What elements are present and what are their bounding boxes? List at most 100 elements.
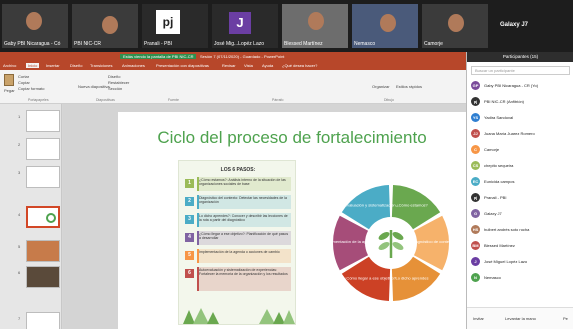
video-strip: Gaby PBI Nicaragua - Có PBI NIC-CR pj Pr…	[0, 0, 573, 52]
paste-button[interactable]: Pegar	[4, 88, 15, 93]
tab-revisar[interactable]: Revisar	[222, 63, 236, 68]
quick-styles-button[interactable]: Estilos rápidos	[396, 84, 422, 89]
video-tile[interactable]: PBI NIC-CR	[72, 4, 138, 48]
participant-row[interactable]: CS chepito sequeira	[471, 160, 571, 171]
cycle-label: Diagnóstico de contexto	[412, 239, 454, 244]
participant-row[interactable]: J José Miguel Lopéz Lazo	[471, 256, 571, 267]
group-label: Dibujo	[384, 98, 394, 102]
tab-vista[interactable]: Vista	[244, 63, 253, 68]
step-text: ¿Cómo estamos?: Análisis interno de la s…	[199, 178, 286, 186]
video-tile[interactable]: Gaby PBI Nicaragua - Có	[2, 4, 68, 48]
slide-thumbnail[interactable]	[26, 240, 60, 262]
tab-diseno[interactable]: Diseño	[70, 63, 82, 68]
thumb-number: 5	[18, 244, 21, 249]
tab-presentacion[interactable]: Presentación con diapositivas	[156, 63, 209, 68]
participant-face	[448, 14, 464, 32]
tile-name: Pranali - PBI	[144, 41, 173, 47]
paste-icon[interactable]	[4, 74, 14, 86]
participant-row[interactable]: C Camorje	[471, 144, 571, 155]
participant-row[interactable]: GP Gaby PBI Nicaragua - CR (Yo)	[471, 80, 571, 91]
layout-button[interactable]: Diseño	[108, 74, 120, 79]
reset-button[interactable]: Restablecer	[108, 80, 129, 85]
slide-canvas: Ciclo del proceso de fortalecimiento LOS…	[63, 104, 466, 329]
step-number: 1	[185, 179, 194, 188]
slide-thumbnail[interactable]	[26, 312, 60, 329]
video-tile[interactable]: Camorje	[422, 4, 488, 48]
tell-me-search[interactable]: ¿Qué desea hacer?	[282, 63, 317, 68]
participant-name: Camorje	[484, 147, 500, 152]
slide-thumbnails: 1 2 3 4 5 6 7	[0, 104, 62, 329]
participants-panel: Participantes (15) Buscar un participant…	[466, 52, 573, 329]
slide-thumbnail[interactable]	[26, 110, 60, 132]
step-text: ¿Cómo llegar a ese objetivo?: Planificac…	[199, 232, 289, 240]
video-tile[interactable]: Nemasco	[352, 4, 418, 48]
video-tile[interactable]: pj Pranali - PBI	[142, 4, 208, 48]
video-tile[interactable]: Blessed Martínez	[282, 4, 348, 48]
format-painter-button[interactable]: Copiar formato	[18, 86, 44, 91]
participant-face	[26, 12, 42, 30]
participant-row[interactable]: G Galaxy J7	[471, 208, 571, 219]
group-label: Portapapeles	[28, 98, 49, 102]
tab-inicio[interactable]: Inicio	[26, 63, 40, 68]
invite-button[interactable]: Invitar	[473, 316, 484, 321]
tile-name: Gaby PBI Nicaragua - Có	[4, 41, 61, 47]
thumb-number: 4	[18, 212, 21, 217]
pbi-logo: pj	[156, 10, 180, 34]
participant-row[interactable]: N Nemasco	[471, 272, 571, 283]
slide-thumbnail[interactable]	[26, 138, 60, 160]
video-tile[interactable]: J José Mig...Lopéz Lazo	[212, 4, 278, 48]
thumb-cycle	[46, 213, 56, 223]
participant-row[interactable]: JJ Juana María Juarez Romero	[471, 128, 571, 139]
slide-thumbnail[interactable]	[26, 166, 60, 188]
slide[interactable]: Ciclo del proceso de fortalecimiento LOS…	[118, 112, 466, 329]
tab-insertar[interactable]: Insertar	[46, 63, 60, 68]
participant-name: Yadira Sandoval	[484, 115, 514, 120]
step-text: Diagnóstico del contexto: Detectar las n…	[199, 196, 287, 204]
participant-name: Nemasco	[484, 275, 501, 280]
video-tile[interactable]: Galaxy J7	[492, 4, 571, 48]
tile-name: Galaxy J7	[500, 22, 529, 28]
tab-animaciones[interactable]: Animaciones	[122, 63, 145, 68]
participant-search-input[interactable]: Buscar un participante	[471, 66, 570, 75]
arrange-button[interactable]: Organizar	[372, 84, 390, 89]
participant-name: Eunicida campos	[484, 179, 515, 184]
tab-archivo[interactable]: Archivo	[3, 63, 16, 68]
step-item: 3 Lo dicho aprendes?: Conocer y describi…	[185, 213, 291, 227]
participant-row[interactable]: pj Pranali - PBI	[471, 192, 571, 203]
new-slide-button[interactable]: Nueva diapositiva	[78, 84, 110, 89]
slide-thumbnail[interactable]	[26, 266, 60, 288]
tile-name: PBI NIC-CR	[74, 41, 101, 47]
step-number: 3	[185, 215, 194, 224]
participant-avatar: pj	[471, 97, 480, 106]
thumb-number: 7	[18, 316, 21, 321]
participant-face	[308, 12, 324, 30]
raise-hand-button[interactable]: Levantar la mano	[505, 316, 536, 321]
cycle-label: ¿Cómo llegar a ese objetivo?	[344, 275, 397, 280]
copy-button[interactable]: Copiar	[18, 80, 30, 85]
participant-face	[102, 16, 118, 34]
section-button[interactable]: Sección	[108, 86, 122, 91]
screen-share-badge[interactable]: Estás viendo la pantalla de PBI NIC-CR	[120, 54, 197, 59]
group-label: Fuente	[168, 98, 179, 102]
step-item: 2 Diagnóstico del contexto: Detectar las…	[185, 195, 291, 209]
participant-avatar: EC	[471, 177, 480, 186]
tile-name: Nemasco	[354, 41, 376, 47]
thumb-number: 6	[18, 270, 21, 275]
step-number: 2	[185, 197, 194, 206]
group-label: Párrafo	[272, 98, 284, 102]
participant-row[interactable]: BM Blessed Martínez	[471, 240, 571, 251]
tab-ayuda[interactable]: Ayuda	[262, 63, 273, 68]
cut-button[interactable]: Cortar	[18, 74, 29, 79]
participant-row[interactable]: pj PBI NIC-CR (Anfitrión)	[471, 96, 571, 107]
participant-row[interactable]: HS hulbert andrés soto rocha	[471, 224, 571, 235]
participant-row[interactable]: YS Yadira Sandoval	[471, 112, 571, 123]
cycle-diagram: ¿Cómo estamos? Diagnóstico de contexto Lo …	[328, 185, 454, 301]
step-text: Implementación de la agenda o acciones d…	[199, 250, 280, 254]
slide-thumbnail-selected[interactable]	[26, 206, 60, 228]
participant-avatar: pj	[471, 193, 480, 202]
participant-avatar: J	[471, 257, 480, 266]
more-button[interactable]: Pe	[563, 316, 568, 321]
tab-transiciones[interactable]: Transiciones	[90, 63, 113, 68]
participant-row[interactable]: EC Eunicida campos	[471, 176, 571, 187]
participant-avatar: BM	[471, 241, 480, 250]
